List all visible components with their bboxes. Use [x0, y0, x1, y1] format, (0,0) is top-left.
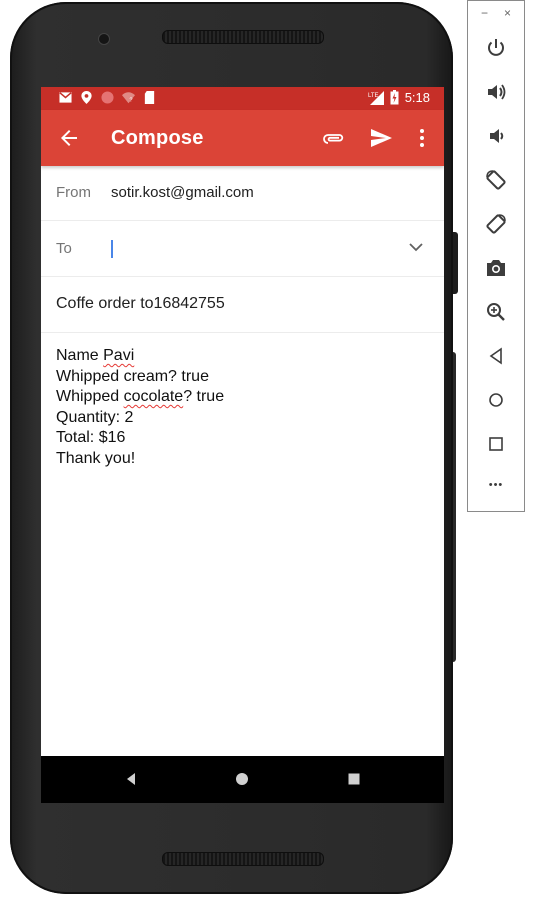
top-speaker-grille — [162, 30, 324, 44]
side-edge — [453, 352, 456, 662]
emulator-toolbar: − × ••• — [467, 0, 525, 512]
body-text: ? true — [183, 388, 225, 405]
system-nav-bar — [41, 756, 444, 803]
back-icon[interactable] — [485, 345, 507, 367]
subject-row[interactable]: Coffe order to16842755 — [41, 277, 444, 333]
rotate-right-icon[interactable] — [485, 213, 507, 235]
page-title: Compose — [111, 127, 204, 149]
zoom-icon[interactable] — [485, 301, 507, 323]
screenshot-icon[interactable] — [485, 257, 507, 279]
sd-card-icon — [144, 91, 155, 104]
to-label: To — [56, 240, 72, 257]
phone-frame: ? LTE 5:18 Compose From sotir.kost@gmail… — [10, 2, 453, 894]
body-line: Total: $16 — [56, 429, 126, 446]
device-screen: ? LTE 5:18 Compose From sotir.kost@gmail… — [41, 87, 444, 803]
subject-field[interactable]: Coffe order to16842755 — [56, 295, 225, 313]
misspelled-word: cocolate — [123, 388, 184, 405]
to-row[interactable]: To — [41, 221, 444, 277]
nav-overview-icon[interactable] — [346, 771, 362, 787]
attach-icon[interactable] — [322, 126, 346, 150]
misspelled-word: Pavi — [103, 347, 135, 364]
overview-icon[interactable] — [485, 433, 507, 455]
signal-icon: LTE — [368, 90, 384, 105]
body-line: Quantity: 2 — [56, 408, 134, 426]
volume-down-icon[interactable] — [485, 125, 507, 147]
nav-home-icon[interactable] — [234, 771, 250, 787]
nav-back-icon[interactable] — [123, 771, 139, 787]
more-vert-icon[interactable] — [410, 126, 434, 150]
body-text: Whipped — [56, 388, 124, 405]
svg-text:LTE: LTE — [368, 93, 379, 99]
app-bar: Compose — [41, 110, 444, 166]
body-line: Thank you! — [56, 449, 136, 467]
wifi-question-icon: ? — [122, 92, 135, 104]
from-label: From — [56, 184, 91, 201]
from-row[interactable]: From sotir.kost@gmail.com — [41, 166, 444, 221]
body-line: Whipped cream? true — [56, 367, 209, 385]
back-arrow-icon[interactable] — [57, 126, 81, 150]
rotate-left-icon[interactable] — [485, 169, 507, 191]
bottom-speaker-grille — [162, 852, 324, 866]
close-button[interactable]: × — [504, 6, 511, 20]
more-icon[interactable]: ••• — [468, 479, 524, 491]
sync-dot-icon — [101, 91, 114, 104]
location-icon — [81, 91, 92, 104]
volume-up-icon[interactable] — [485, 81, 507, 103]
svg-text:?: ? — [129, 98, 132, 104]
status-bar: ? LTE 5:18 — [41, 87, 444, 110]
from-account[interactable]: sotir.kost@gmail.com — [111, 184, 254, 201]
send-icon[interactable] — [369, 126, 393, 150]
body-text: Name — [56, 347, 104, 364]
status-time: 5:18 — [404, 90, 430, 105]
chevron-down-icon[interactable] — [408, 239, 424, 255]
body-line: Whipped cocolate? true — [56, 387, 224, 408]
body-line: Name Pavi — [56, 346, 224, 367]
volume-rocker — [453, 232, 458, 294]
power-icon[interactable] — [485, 37, 507, 59]
front-camera — [98, 33, 110, 45]
gmail-icon — [59, 92, 72, 103]
email-body[interactable]: Name Pavi Whipped cream? true Whipped co… — [56, 346, 224, 469]
battery-icon — [390, 90, 399, 105]
minimize-button[interactable]: − — [481, 6, 488, 20]
home-icon[interactable] — [485, 389, 507, 411]
text-cursor — [111, 240, 113, 258]
